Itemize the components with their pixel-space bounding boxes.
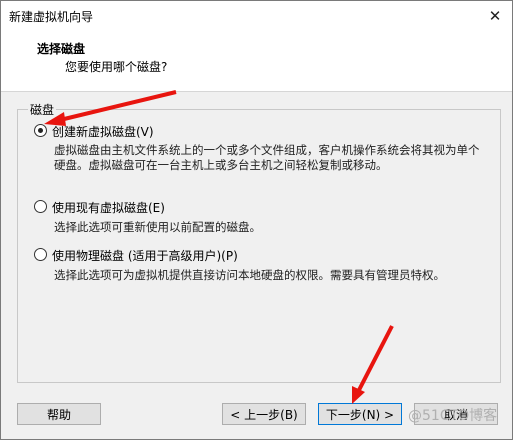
radio-use-existing-disk[interactable] <box>34 200 47 213</box>
option-label[interactable]: 使用现有虚拟磁盘(E) <box>52 199 165 216</box>
radio-create-new-disk[interactable] <box>34 124 47 137</box>
option-description: 选择此选项可为虚拟机提供直接访问本地硬盘的权限。需要具有管理员特权。 <box>54 268 445 282</box>
option-label[interactable]: 使用物理磁盘 (适用于高级用户)(P) <box>52 247 238 264</box>
title-bar: 新建虚拟机向导 ✕ <box>1 1 512 31</box>
option-description: 选择此选项可重新使用以前配置的磁盘。 <box>54 220 261 234</box>
wizard-window: 新建虚拟机向导 ✕ 选择磁盘 您要使用哪个磁盘? 磁盘 创建新虚拟磁盘(V) 虚… <box>0 0 513 440</box>
option-description: 虚拟磁盘由主机文件系统上的一个或多个文件组成，客户机操作系统会将其视为单个硬盘。… <box>54 143 480 172</box>
watermark: @51CTO博客 <box>408 408 498 424</box>
back-button[interactable]: < 上一步(B) <box>222 403 306 425</box>
option-label[interactable]: 创建新虚拟磁盘(V) <box>52 123 154 140</box>
window-title: 新建虚拟机向导 <box>9 10 94 24</box>
radio-use-physical-disk[interactable] <box>34 248 47 261</box>
page-subtitle: 您要使用哪个磁盘? <box>65 60 168 74</box>
wizard-header: 选择磁盘 您要使用哪个磁盘? <box>1 31 512 92</box>
close-icon[interactable]: ✕ <box>478 1 512 31</box>
disk-group: 磁盘 创建新虚拟磁盘(V) 虚拟磁盘由主机文件系统上的一个或多个文件组成，客户机… <box>17 101 501 383</box>
help-button[interactable]: 帮助 <box>17 403 101 425</box>
group-label: 磁盘 <box>28 101 57 118</box>
next-button[interactable]: 下一步(N) > <box>318 403 402 425</box>
page-title: 选择磁盘 <box>37 42 86 56</box>
